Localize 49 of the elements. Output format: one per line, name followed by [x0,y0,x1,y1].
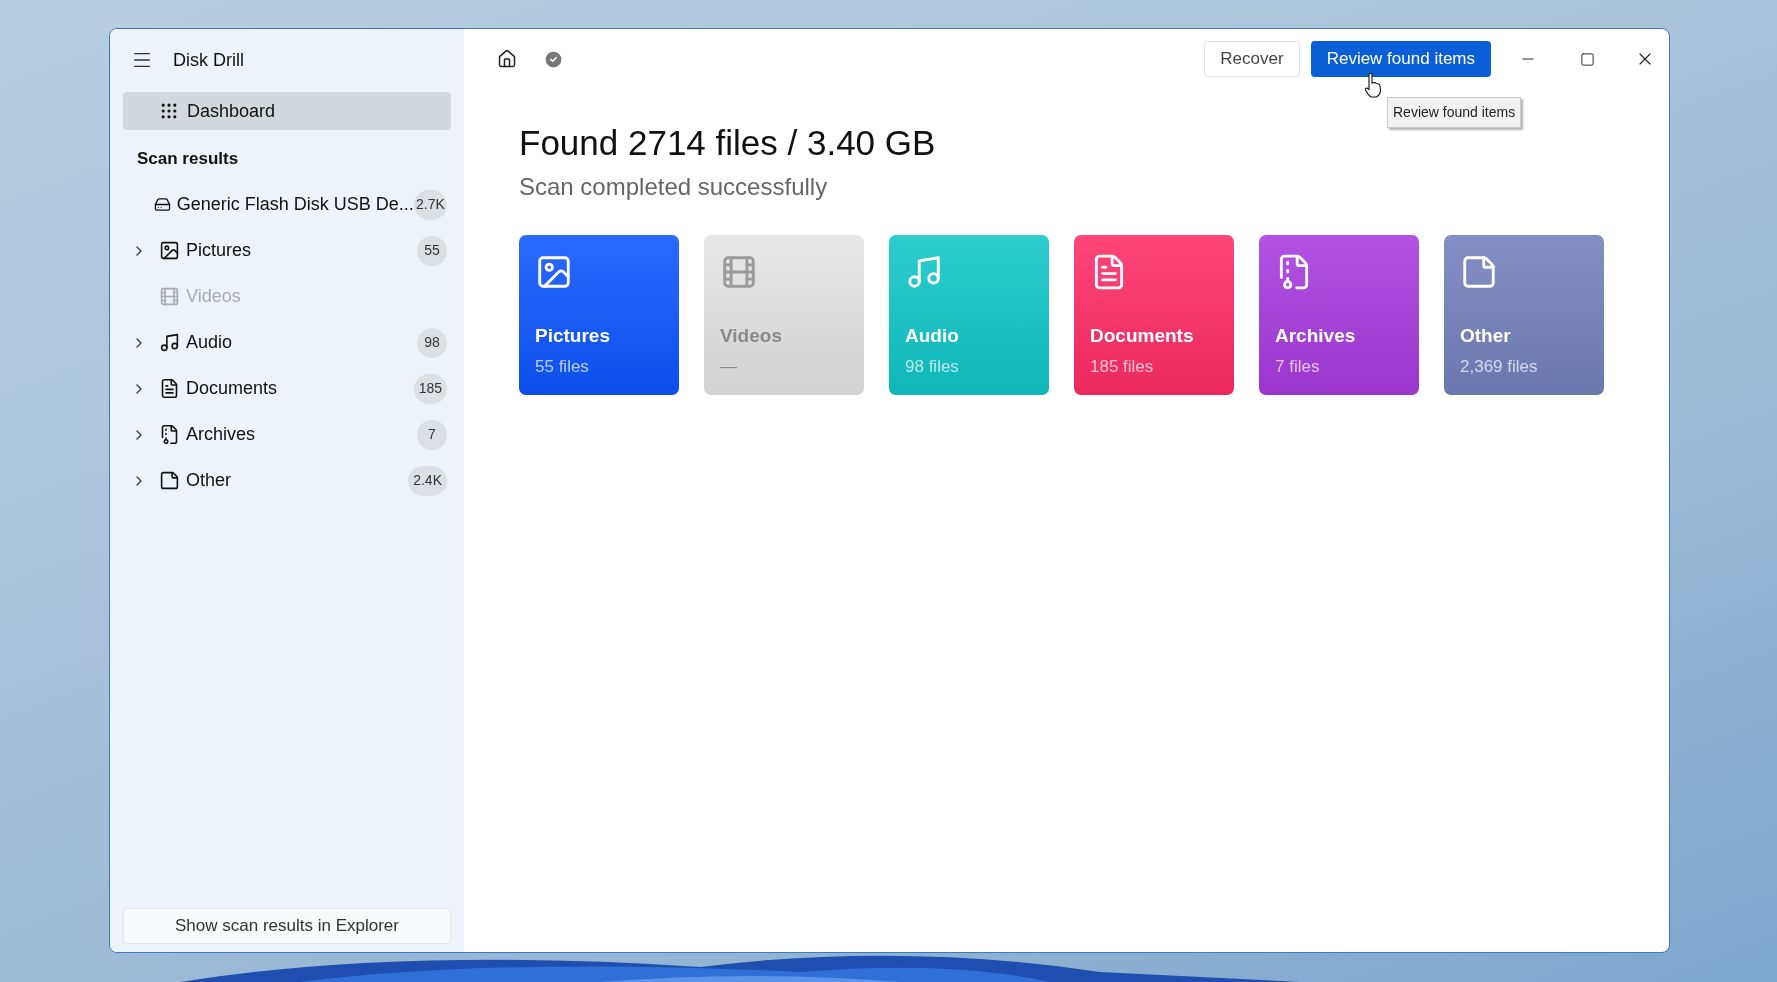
count-badge: 2.7K [413,189,447,220]
card-title: Videos [720,323,783,348]
count-badge: 55 [417,235,447,266]
summary-title: Found 2714 files / 3.40 GB [519,122,936,164]
card-title: Documents [1090,323,1195,348]
card-title: Audio [905,323,960,348]
card-detail: 185 files [1090,356,1155,379]
tooltip: Review found items [1387,97,1522,128]
app-title: Disk Drill [173,48,244,72]
card-detail: 7 files [1275,356,1321,379]
category-card[interactable]: Archives 7 files [1259,234,1419,395]
count-badge: 7 [417,419,447,450]
card-title: Pictures [535,323,611,348]
card-title: Other [1460,323,1512,348]
category-card[interactable]: Other 2,369 files [1444,234,1604,395]
review-found-items-button[interactable]: Review found items [1310,41,1491,77]
maximize-icon[interactable] [1580,51,1595,67]
section-heading: Scan results [136,148,240,170]
category-card[interactable]: Documents 185 files [1074,234,1234,395]
summary-subtitle: Scan completed successfully [519,171,829,202]
document-icon [159,378,180,399]
count-badge: 98 [417,327,447,358]
scan-result-item: Videos [123,273,451,320]
hand-cursor-icon [1364,72,1382,98]
card-detail: — [720,356,738,379]
film-icon [159,286,180,307]
file-icon [159,470,180,491]
image-icon [159,240,180,261]
home-icon[interactable] [497,49,517,69]
music-note-icon [159,332,180,353]
scan-result-item[interactable]: Pictures 55 [123,227,451,274]
card-title: Archives [1275,323,1357,348]
show-in-explorer-button[interactable]: Show scan results in Explorer [123,908,451,944]
scan-result-item[interactable]: Documents 185 [123,365,451,412]
category-card[interactable]: Pictures 55 files [519,234,679,395]
dashboard-nav-item[interactable]: Dashboard [123,92,451,130]
card-detail: 98 files [905,356,960,379]
scan-result-item[interactable]: Other 2.4K [123,457,451,504]
card-detail: 55 files [535,356,590,379]
scan-result-item[interactable]: Archives 7 [123,411,451,458]
grid-icon [159,101,179,121]
count-badge: 2.4K [408,465,447,496]
recover-button[interactable]: Recover [1204,41,1300,77]
count-badge: 185 [413,373,447,404]
scan-result-item[interactable]: Generic Flash Disk USB De...2.7K [123,181,451,228]
scan-result-item[interactable]: Audio 98 [123,319,451,366]
card-detail: 2,369 files [1460,356,1539,379]
check-circle-icon[interactable] [543,48,564,70]
archive-icon [159,424,180,445]
